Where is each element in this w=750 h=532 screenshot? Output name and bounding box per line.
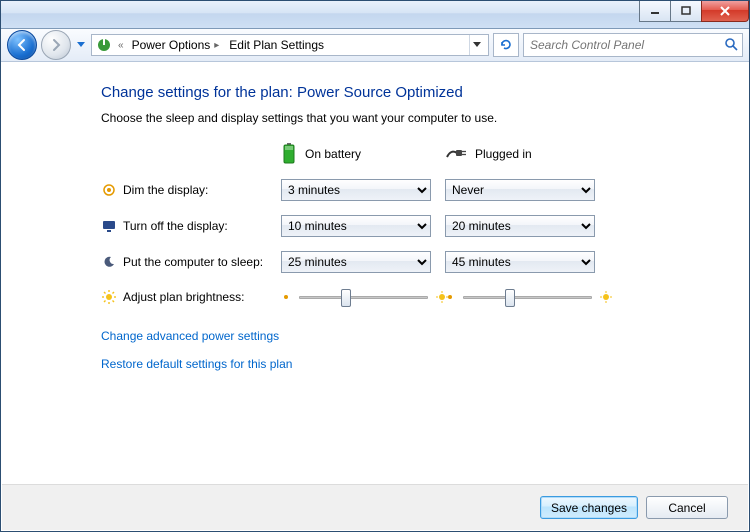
window: « Power Options ▸ Edit Plan Settings Cha	[0, 0, 750, 532]
links-section: Change advanced power settings Restore d…	[101, 329, 661, 371]
close-icon	[719, 6, 731, 16]
arrow-right-icon	[49, 38, 63, 52]
content-area: Change settings for the plan: Power Sour…	[1, 62, 749, 485]
row-sleep: Put the computer to sleep: 25 minutes 45…	[101, 251, 661, 273]
col-battery: On battery	[281, 143, 431, 165]
breadcrumb-dropdown[interactable]	[469, 35, 484, 55]
refresh-icon	[499, 38, 513, 52]
brightness-plugged-slider-wrap	[445, 287, 595, 307]
titlebar	[1, 1, 749, 29]
page-subtitle: Choose the sleep and display settings th…	[101, 111, 661, 125]
turn-off-plugged-select[interactable]: 20 minutes	[445, 215, 595, 237]
sleep-battery-select[interactable]: 25 minutes	[281, 251, 431, 273]
search-input[interactable]	[528, 37, 724, 53]
dim-display-battery-select[interactable]: 3 minutes	[281, 179, 431, 201]
breadcrumb-label: Edit Plan Settings	[229, 38, 324, 52]
restore-defaults-link[interactable]: Restore default settings for this plan	[101, 357, 661, 371]
cancel-button[interactable]: Cancel	[646, 496, 728, 519]
power-options-icon	[96, 37, 112, 53]
minimize-icon	[650, 6, 660, 16]
row-turn-off-display: Turn off the display: 10 minutes 20 minu…	[101, 215, 661, 237]
back-button[interactable]	[7, 30, 37, 60]
turn-off-display-icon	[101, 218, 117, 234]
maximize-icon	[681, 6, 691, 16]
maximize-button[interactable]	[670, 1, 702, 22]
column-headers: On battery Plugged in	[281, 143, 661, 165]
save-button[interactable]: Save changes	[540, 496, 638, 519]
sun-large-icon	[600, 291, 612, 303]
advanced-settings-link[interactable]: Change advanced power settings	[101, 329, 661, 343]
brightness-battery-slider-wrap	[281, 287, 431, 307]
window-controls	[640, 1, 749, 21]
col-battery-label: On battery	[305, 147, 361, 161]
brightness-plugged-slider[interactable]	[463, 289, 592, 305]
col-plugged-label: Plugged in	[475, 147, 532, 161]
sun-small-icon	[281, 292, 291, 302]
sleep-icon	[101, 254, 117, 270]
forward-button[interactable]	[41, 30, 71, 60]
sun-small-icon	[445, 292, 455, 302]
chevron-down-icon	[473, 42, 481, 48]
minimize-button[interactable]	[639, 1, 671, 22]
chevron-right-icon: ▸	[212, 40, 221, 51]
search-box[interactable]	[523, 33, 743, 57]
breadcrumb-power-options[interactable]: Power Options ▸	[130, 38, 224, 52]
arrow-left-icon	[15, 38, 29, 52]
history-dropdown[interactable]	[75, 32, 87, 58]
col-plugged: Plugged in	[445, 143, 595, 165]
search-icon	[724, 37, 738, 54]
chevron-down-icon	[77, 42, 85, 48]
chevron-left-double-icon: «	[116, 40, 126, 51]
footer: Save changes Cancel	[2, 484, 748, 530]
dim-display-plugged-select[interactable]: Never	[445, 179, 595, 201]
sleep-plugged-select[interactable]: 45 minutes	[445, 251, 595, 273]
breadcrumb-edit-plan[interactable]: Edit Plan Settings	[227, 38, 326, 52]
turn-off-battery-select[interactable]: 10 minutes	[281, 215, 431, 237]
plug-icon	[445, 147, 467, 161]
row-label: Adjust plan brightness:	[123, 290, 281, 304]
breadcrumb-label: Power Options	[132, 38, 211, 52]
refresh-button[interactable]	[493, 33, 519, 57]
row-label: Turn off the display:	[123, 219, 281, 233]
page-title: Change settings for the plan: Power Sour…	[101, 84, 661, 101]
row-dim-display: Dim the display: 3 minutes Never	[101, 179, 661, 201]
close-button[interactable]	[701, 1, 749, 22]
row-label: Dim the display:	[123, 183, 281, 197]
nav-bar: « Power Options ▸ Edit Plan Settings	[1, 29, 749, 62]
row-label: Put the computer to sleep:	[123, 255, 281, 269]
battery-icon	[281, 143, 297, 165]
row-brightness: Adjust plan brightness:	[101, 287, 661, 307]
breadcrumb[interactable]: « Power Options ▸ Edit Plan Settings	[91, 34, 489, 56]
brightness-icon	[101, 289, 117, 305]
dim-display-icon	[101, 182, 117, 198]
brightness-battery-slider[interactable]	[299, 289, 428, 305]
